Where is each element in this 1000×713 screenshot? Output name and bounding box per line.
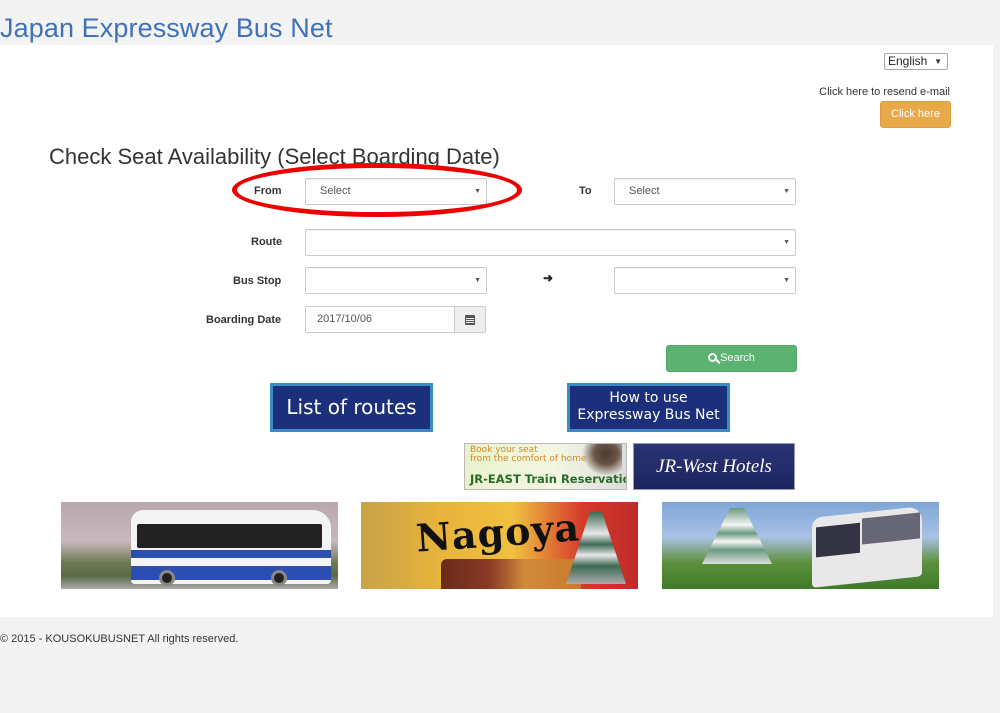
bus-photo-banner[interactable]	[61, 502, 338, 589]
from-label: From	[254, 185, 282, 197]
calendar-button[interactable]	[454, 306, 486, 333]
bus-image	[812, 506, 922, 588]
chevron-down-icon: ▼	[783, 239, 790, 246]
nagoya-photo-banner[interactable]: Nagoya	[361, 502, 638, 589]
from-select[interactable]: Select ▼	[305, 178, 487, 205]
boarding-date-input[interactable]: 2017/10/06	[305, 306, 455, 333]
bus-side-window	[862, 512, 920, 545]
resend-email-button[interactable]: Click here	[880, 101, 951, 128]
chevron-down-icon: ▼	[783, 277, 790, 284]
bus-image	[131, 510, 331, 586]
osaka-castle-bus-photo-banner[interactable]	[662, 502, 939, 589]
chevron-down-icon: ▼	[934, 57, 942, 66]
how-to-use-button[interactable]: How to use Expressway Bus Net	[567, 383, 730, 432]
search-button[interactable]: Search	[666, 345, 797, 372]
language-select-value: English	[888, 54, 928, 68]
castle-image	[702, 508, 772, 564]
to-select[interactable]: Select ▼	[614, 178, 796, 205]
jr-west-hotels-banner[interactable]: JR-West Hotels	[633, 443, 795, 490]
chevron-down-icon: ▼	[474, 188, 481, 195]
chevron-down-icon: ▼	[474, 277, 481, 284]
arrow-right-icon: ➜	[543, 271, 554, 285]
main-content: English ▼ Click here to resend e-mail Cl…	[0, 45, 993, 617]
calendar-icon	[465, 315, 475, 325]
footer-copyright: © 2015 - KOUSOKUBUSNET All rights reserv…	[0, 633, 239, 645]
bus-wheel	[271, 570, 287, 586]
route-label: Route	[251, 236, 283, 248]
jr-east-sub-line2: from the comfort of home	[470, 454, 587, 464]
food-image	[441, 559, 581, 589]
route-select[interactable]: ▼	[305, 229, 796, 256]
search-icon	[708, 353, 718, 362]
chevron-down-icon: ▼	[783, 188, 790, 195]
bus-stripe	[131, 550, 331, 558]
nagoya-banner-text: Nagoya	[414, 504, 582, 561]
how-to-use-line2: Expressway Bus Net	[577, 407, 720, 423]
to-select-value: Select	[629, 185, 660, 197]
search-button-label: Search	[720, 352, 755, 364]
list-of-routes-button[interactable]: List of routes	[270, 383, 433, 432]
bus-window	[137, 524, 322, 548]
boarding-date-label: Boarding Date	[206, 314, 282, 326]
bus-stop-label: Bus Stop	[233, 275, 282, 287]
from-select-value: Select	[320, 185, 351, 197]
to-label: To	[579, 185, 592, 197]
jr-east-banner-subtitle: Book your seat from the comfort of home	[470, 446, 586, 464]
bus-stop-to-select[interactable]: ▼	[614, 267, 796, 294]
page-title: Check Seat Availability (Select Boarding…	[49, 144, 500, 169]
bus-window	[816, 522, 860, 558]
jr-east-train-reservation-banner[interactable]: Book your seat from the comfort of home …	[464, 443, 627, 490]
bus-stop-from-select[interactable]: ▼	[305, 267, 487, 294]
resend-email-text: Click here to resend e-mail	[819, 86, 950, 98]
site-title[interactable]: Japan Expressway Bus Net	[0, 13, 333, 44]
bus-wheel	[159, 570, 175, 586]
language-select[interactable]: English ▼	[884, 53, 948, 70]
jr-east-banner-title: JR-EAST Train Reservation	[470, 472, 627, 486]
how-to-use-line1: How to use	[609, 390, 688, 406]
